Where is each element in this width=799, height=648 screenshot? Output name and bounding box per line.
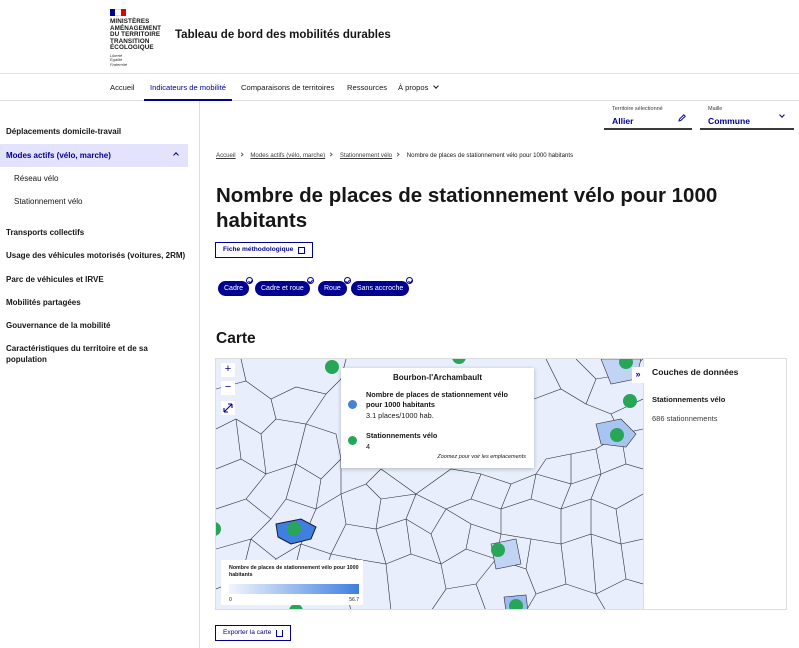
export-map-button[interactable]: Exporter la carte (215, 625, 292, 641)
nav-item-comparaisons[interactable]: Comparaisons de territoires (241, 74, 334, 101)
layers-panel: » Couches de données Stationnements vélo… (632, 359, 786, 609)
legend-gradient (229, 584, 359, 594)
tooltip-metric-value: 3.1 places/1000 hab. (366, 411, 434, 420)
export-map-label: Exporter la carte (223, 629, 272, 636)
layer-count: 686 stationnements (652, 414, 718, 423)
main-nav: Accueil Indicateurs de mobilité Comparai… (0, 74, 799, 101)
header: MINISTÈRES AMÉNAGEMENT DU TERRITOIRE TRA… (0, 0, 799, 74)
sidebar-item-mobilites-partagees[interactable]: Mobilités partagées (6, 297, 186, 308)
sidebar-item-vehicules-motorises[interactable]: Usage des véhicules motorisés (voitures,… (6, 250, 186, 261)
layer-name: Stationnements vélo (652, 395, 726, 404)
sidebar-item-transports-collectifs[interactable]: Transports collectifs (6, 227, 186, 238)
maille-selector[interactable]: Maille Commune (700, 101, 794, 130)
breadcrumb-link[interactable]: Accueil (216, 152, 236, 159)
check-icon (406, 277, 414, 284)
territory-selector[interactable]: Territoire sélectionné Allier (604, 101, 692, 130)
section-title-carte: Carte (216, 330, 256, 347)
nav-item-label: À propos (398, 83, 429, 92)
logo-motto: Liberté Égalité Fraternité (110, 53, 170, 67)
chevron-right-icon (395, 152, 400, 157)
chevron-up-icon (173, 152, 179, 158)
breadcrumb-link[interactable]: Stationnement vélo (340, 152, 392, 159)
breadcrumb-current: Nombre de places de stationnement vélo p… (406, 152, 574, 159)
fiche-methodologique-button[interactable]: Fiche méthodologique (215, 242, 314, 258)
territory-selector-label: Territoire sélectionné (612, 106, 663, 112)
map-canvas[interactable]: + − Bourbon-l'Archambault Nombre de plac… (216, 359, 643, 609)
zoom-in-button[interactable]: + (221, 363, 235, 377)
check-icon (306, 277, 314, 284)
logo-line: ÉCOLOGIQUE (110, 44, 154, 52)
chevron-down-icon (779, 112, 785, 118)
motto-line: Fraternité (110, 61, 128, 67)
fiche-methodologique-label: Fiche méthodologique (223, 246, 294, 253)
tag-label: Cadre (224, 285, 244, 292)
sidebar-subitem-stationnement-velo[interactable]: Stationnement vélo (14, 197, 83, 206)
tooltip-metric-label: Nombre de places de stationnement vélo p… (366, 390, 508, 409)
map-container: + − Bourbon-l'Archambault Nombre de plac… (215, 358, 787, 610)
sidebar-item-domicile-travail[interactable]: Déplacements domicile-travail (6, 126, 186, 137)
legend-min: 0 (229, 597, 232, 603)
maille-selector-label: Maille (708, 106, 723, 112)
tag-cadre[interactable]: Cadre (218, 277, 254, 296)
sidebar-item-gouvernance[interactable]: Gouvernance de la mobilité (6, 320, 186, 331)
chevron-right-icon (328, 152, 333, 157)
legend-title: Nombre de places de stationnement vélo p… (229, 565, 359, 578)
tag-roue[interactable]: Roue (318, 277, 351, 296)
map-tooltip: Bourbon-l'Archambault Nombre de places d… (341, 368, 534, 468)
fullscreen-icon[interactable] (221, 401, 235, 415)
tag-label: Roue (324, 285, 341, 292)
tag-sans-accroche[interactable]: Sans accroche (351, 277, 414, 296)
stations-dot-icon (348, 436, 357, 445)
tooltip-stations-label: Stationnements vélo (366, 431, 438, 440)
nav-item-a-propos[interactable]: À propos (398, 74, 440, 101)
nav-item-accueil[interactable]: Accueil (110, 74, 134, 101)
nav-item-indicateurs[interactable]: Indicateurs de mobilité (144, 74, 232, 101)
tooltip-title: Bourbon-l'Archambault (392, 373, 482, 382)
sidebar-item-parc-vehicules[interactable]: Parc de véhicules et IRVE (6, 274, 186, 285)
sidebar-subitem-reseau-velo[interactable]: Réseau vélo (14, 174, 58, 183)
tooltip-stations-value: 4 (366, 442, 371, 451)
tag-label: Sans accroche (357, 285, 404, 292)
tag-cadre-et-roue[interactable]: Cadre et roue (255, 277, 314, 296)
download-icon (276, 629, 284, 637)
breadcrumb-link[interactable]: Modes actifs (vélo, marche) (250, 152, 325, 159)
tag-label: Cadre et roue (261, 285, 304, 292)
check-icon (343, 277, 351, 284)
external-link-icon (298, 246, 306, 254)
sidebar-item-label: Modes actifs (vélo, marche) (6, 151, 111, 160)
map-legend: Nombre de places de stationnement vélo p… (221, 560, 363, 605)
territory-selector-value: Allier (612, 116, 634, 126)
layers-title: Couches de données (652, 367, 739, 377)
sidebar: Déplacements domicile-travail Modes acti… (0, 101, 200, 648)
collapse-panel-button[interactable]: » (632, 367, 644, 383)
chevron-right-icon (239, 152, 244, 157)
chevron-down-icon (433, 83, 440, 89)
maille-selector-value: Commune (708, 116, 751, 126)
metric-dot-icon (348, 400, 357, 409)
nav-item-ressources[interactable]: Ressources (347, 74, 387, 101)
pencil-icon (678, 114, 686, 122)
breadcrumb: Accueil Modes actifs (vélo, marche) Stat… (216, 152, 573, 159)
french-flag-icon (110, 9, 126, 16)
zoom-out-button[interactable]: − (221, 381, 235, 395)
page-title: Nombre de places de stationnement vélo p… (216, 184, 718, 232)
tooltip-hint: Zoomez pour voir les emplacements (437, 454, 526, 460)
ministry-logo[interactable]: MINISTÈRES AMÉNAGEMENT DU TERRITOIRE TRA… (110, 9, 170, 67)
legend-max: 56.7 (349, 597, 359, 603)
sidebar-item-modes-actifs[interactable]: Modes actifs (vélo, marche) (0, 144, 188, 167)
check-icon (246, 277, 254, 284)
site-title[interactable]: Tableau de bord des mobilités durables (175, 29, 391, 41)
sidebar-item-caracteristiques[interactable]: Caractéristiques du territoire et de sa … (6, 343, 166, 365)
